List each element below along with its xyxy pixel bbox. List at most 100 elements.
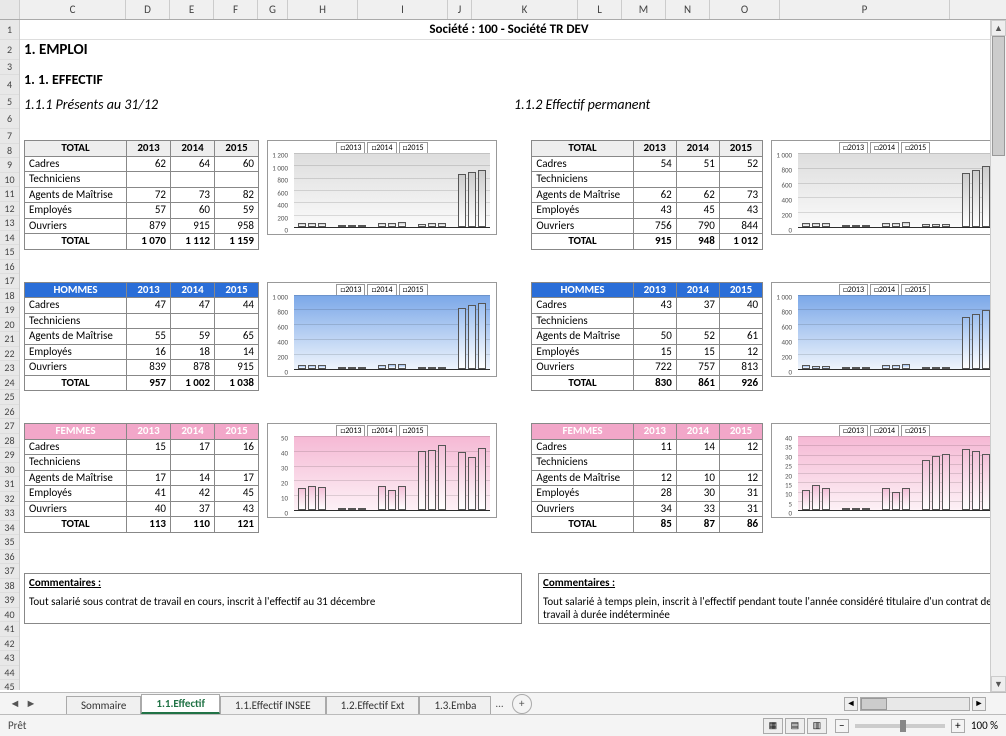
row-header-33[interactable]: 33: [0, 506, 19, 521]
cell[interactable]: 915: [171, 218, 215, 234]
col-header-I[interactable]: I: [358, 0, 448, 19]
cell[interactable]: 757: [676, 360, 719, 376]
cell[interactable]: 10: [676, 470, 719, 486]
cell[interactable]: 73: [171, 187, 215, 203]
col-header-E[interactable]: E: [170, 0, 214, 19]
cell[interactable]: 16: [127, 344, 171, 360]
row-header-22[interactable]: 22: [0, 347, 19, 362]
cell[interactable]: 790: [676, 218, 719, 234]
cell[interactable]: 37: [676, 298, 719, 314]
cell[interactable]: 45: [215, 486, 259, 502]
row-header-23[interactable]: 23: [0, 361, 19, 376]
cell[interactable]: 14: [676, 439, 719, 455]
row-header-5[interactable]: 5: [0, 95, 19, 110]
row-header-11[interactable]: 11: [0, 187, 19, 202]
col-header-O[interactable]: O: [710, 0, 780, 19]
cell[interactable]: 55: [127, 329, 171, 345]
cell[interactable]: 16: [215, 439, 259, 455]
cell[interactable]: 43: [633, 298, 676, 314]
row-header-35[interactable]: 35: [0, 535, 19, 550]
cell[interactable]: 62: [127, 156, 171, 172]
row-header-25[interactable]: 25: [0, 390, 19, 405]
row-header-14[interactable]: 14: [0, 231, 19, 246]
row-header-28[interactable]: 28: [0, 434, 19, 449]
row-header-1[interactable]: 1: [0, 20, 19, 40]
cell[interactable]: 12: [633, 470, 676, 486]
cell[interactable]: 47: [127, 298, 171, 314]
row-header-24[interactable]: 24: [0, 376, 19, 391]
row-header-36[interactable]: 36: [0, 550, 19, 565]
scroll-up-icon[interactable]: ▲: [991, 20, 1006, 36]
col-header-H[interactable]: H: [288, 0, 358, 19]
cell[interactable]: [676, 172, 719, 188]
cell[interactable]: 65: [215, 329, 259, 345]
row-header-8[interactable]: 8: [0, 144, 19, 159]
cell[interactable]: 12: [719, 344, 762, 360]
hscroll-left-icon[interactable]: ◄: [844, 697, 858, 711]
cell[interactable]: 43: [633, 203, 676, 219]
chart-right_hommes[interactable]: □2013□2014□201502004006008001 000: [771, 282, 998, 377]
cell[interactable]: 60: [171, 203, 215, 219]
cell[interactable]: 17: [127, 470, 171, 486]
cell[interactable]: 18: [171, 344, 215, 360]
cell[interactable]: 64: [171, 156, 215, 172]
view-page-break-icon[interactable]: ▥: [807, 718, 827, 734]
zoom-in-button[interactable]: +: [951, 719, 965, 733]
sheet-tab-1-2-Effectif-Ext[interactable]: 1.2.Effectif Ext: [326, 696, 420, 714]
row-header-26[interactable]: 26: [0, 405, 19, 420]
cell[interactable]: 15: [676, 344, 719, 360]
col-header-N[interactable]: N: [666, 0, 710, 19]
cell[interactable]: 756: [633, 218, 676, 234]
row-header-6[interactable]: 6: [0, 109, 19, 129]
row-header-19[interactable]: 19: [0, 303, 19, 318]
cell[interactable]: 43: [719, 203, 762, 219]
cell[interactable]: 844: [719, 218, 762, 234]
row-header-4[interactable]: 4: [0, 75, 19, 95]
row-header-27[interactable]: 27: [0, 419, 19, 434]
cell[interactable]: 41: [127, 486, 171, 502]
sheet-tab-1-1-Effectif[interactable]: 1.1.Effectif: [141, 694, 220, 714]
cell[interactable]: 40: [719, 298, 762, 314]
vertical-scrollbar[interactable]: ▲ ▼: [990, 20, 1006, 692]
zoom-level[interactable]: 100 %: [971, 719, 998, 732]
cell[interactable]: [171, 455, 215, 471]
row-header-32[interactable]: 32: [0, 492, 19, 507]
cell[interactable]: [633, 455, 676, 471]
row-header-15[interactable]: 15: [0, 245, 19, 260]
cell[interactable]: 15: [633, 344, 676, 360]
row-header-41[interactable]: 41: [0, 622, 19, 637]
row-header-3[interactable]: 3: [0, 60, 19, 75]
row-header-43[interactable]: 43: [0, 651, 19, 666]
cell[interactable]: 958: [215, 218, 259, 234]
cell[interactable]: 62: [676, 187, 719, 203]
tab-nav-next-icon[interactable]: ►: [24, 697, 38, 711]
col-header-P[interactable]: P: [780, 0, 950, 19]
cell[interactable]: 11: [633, 439, 676, 455]
cell[interactable]: 28: [633, 486, 676, 502]
cell[interactable]: 47: [171, 298, 215, 314]
select-all-corner[interactable]: [0, 0, 20, 19]
chart-left_femmes[interactable]: □2013□2014□201501020304050: [267, 423, 497, 518]
cell[interactable]: 722: [633, 360, 676, 376]
cell[interactable]: 33: [676, 501, 719, 517]
cell[interactable]: 14: [215, 344, 259, 360]
cell[interactable]: [633, 313, 676, 329]
cell[interactable]: 878: [171, 360, 215, 376]
row-header-34[interactable]: 34: [0, 521, 19, 536]
row-header-13[interactable]: 13: [0, 216, 19, 231]
row-header-37[interactable]: 37: [0, 564, 19, 579]
row-header-10[interactable]: 10: [0, 173, 19, 188]
hscroll-right-icon[interactable]: ►: [972, 697, 986, 711]
cell[interactable]: 42: [171, 486, 215, 502]
cell[interactable]: [127, 313, 171, 329]
cell[interactable]: 61: [719, 329, 762, 345]
col-header-C[interactable]: C: [20, 0, 126, 19]
cell[interactable]: [215, 172, 259, 188]
cell[interactable]: 17: [171, 439, 215, 455]
tab-nav-prev-icon[interactable]: ◄: [8, 697, 22, 711]
cell[interactable]: [633, 172, 676, 188]
tab-more[interactable]: ...: [495, 697, 503, 710]
cell[interactable]: 12: [719, 470, 762, 486]
chart-right_total[interactable]: □2013□2014□201502004006008001 000: [771, 140, 998, 235]
cell[interactable]: 52: [676, 329, 719, 345]
